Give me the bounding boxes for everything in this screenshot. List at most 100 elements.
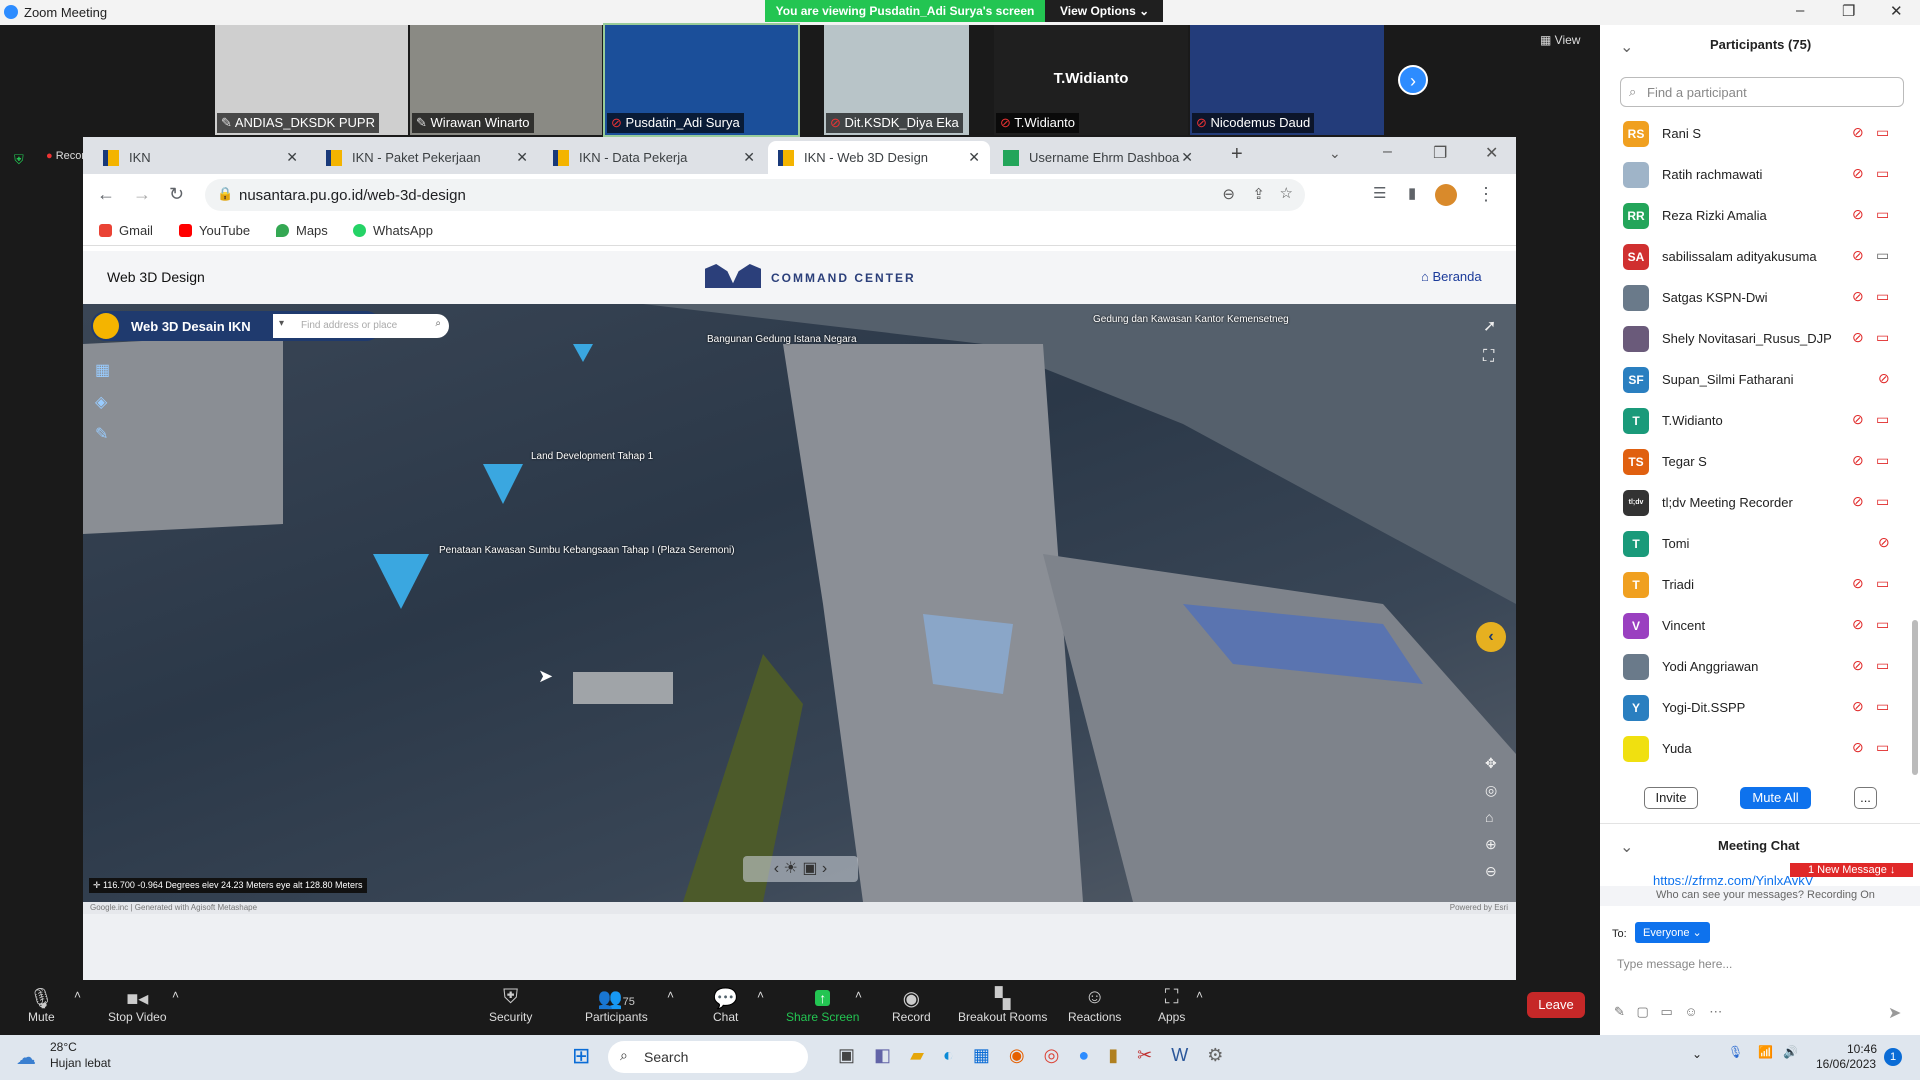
apps-button[interactable]: ⛶ Apps bbox=[1158, 986, 1185, 1024]
chat-caret[interactable]: ˄ bbox=[757, 988, 764, 1002]
participant-row[interactable]: TS Tegar S ⊘ ▭ bbox=[1620, 441, 1910, 482]
participant-row[interactable]: Yuda ⊘ ▭ bbox=[1620, 728, 1910, 769]
chrome-icon[interactable]: ◎ bbox=[1044, 1045, 1060, 1065]
tab-ikn[interactable]: IKN ✕ bbox=[93, 141, 308, 174]
clock-date[interactable]: 16/06/2023 bbox=[1816, 1057, 1876, 1071]
mute-button[interactable]: 🎙 Mute bbox=[28, 986, 55, 1024]
zoom-out-button[interactable]: ⊖ bbox=[1485, 858, 1497, 885]
participants-button[interactable]: 👥75 Participants bbox=[585, 986, 648, 1024]
chat-button[interactable]: 💬 Chat bbox=[713, 986, 738, 1024]
leave-button[interactable]: Leave bbox=[1527, 992, 1585, 1018]
close-tab-icon[interactable]: ✕ bbox=[516, 149, 528, 166]
url-input[interactable]: 🔒 nusantara.pu.go.id/web-3d-design ⊖ ⇪ ☆ bbox=[205, 179, 1305, 211]
mic-muted-icon[interactable]: ⊘ bbox=[1878, 370, 1890, 387]
mic-muted-icon[interactable]: ⊘ bbox=[1878, 534, 1890, 551]
tab-web-3d-design[interactable]: IKN - Web 3D Design ✕ bbox=[768, 141, 990, 174]
security-button[interactable]: ⛨ Security bbox=[489, 986, 532, 1024]
mic-muted-icon[interactable]: ⊘ bbox=[1852, 575, 1864, 592]
close-tab-icon[interactable]: ✕ bbox=[968, 149, 980, 166]
collapse-chat-icon[interactable]: ⌄ bbox=[1620, 837, 1633, 857]
start-button[interactable]: ⊞ bbox=[572, 1043, 590, 1069]
new-message-button[interactable]: 1 New Message ↓ bbox=[1790, 863, 1914, 877]
wifi-icon[interactable]: 📶 bbox=[1758, 1045, 1773, 1059]
video-off-icon[interactable]: ▭ bbox=[1876, 452, 1889, 469]
tab-data-pekerja[interactable]: IKN - Data Pekerja ✕ bbox=[543, 141, 765, 174]
reactions-button[interactable]: ☺ Reactions bbox=[1068, 986, 1121, 1024]
map-label[interactable]: Penataan Kawasan Sumbu Kebangsaan Tahap … bbox=[439, 545, 735, 556]
participant-row[interactable]: SA sabilissalam adityakusuma ⊘ ▭ bbox=[1620, 236, 1910, 277]
mic-muted-icon[interactable]: ⊘ bbox=[1852, 616, 1864, 633]
mic-muted-icon[interactable]: ⊘ bbox=[1852, 247, 1864, 264]
collapse-panel-button[interactable]: ‹ bbox=[1476, 622, 1506, 652]
participant-row[interactable]: Shely Novitasari_Rusus_DJP ⊘ ▭ bbox=[1620, 318, 1910, 359]
tray-overflow-icon[interactable]: ⌄ bbox=[1692, 1047, 1702, 1061]
participant-row[interactable]: V Vincent ⊘ ▭ bbox=[1620, 605, 1910, 646]
video-off-icon[interactable]: ▭ bbox=[1876, 288, 1889, 305]
collapse-participants-icon[interactable]: ⌄ bbox=[1620, 37, 1633, 57]
mute-all-button[interactable]: Mute All bbox=[1740, 787, 1811, 809]
participant-row[interactable]: Y Yogi-Dit.SSPP ⊘ ▭ bbox=[1620, 687, 1910, 728]
video-off-icon[interactable]: ▭ bbox=[1876, 698, 1889, 715]
reading-list-icon[interactable]: ☰ bbox=[1373, 184, 1386, 202]
zoom-in-button[interactable]: ⊕ bbox=[1485, 831, 1497, 858]
weather-text[interactable]: Hujan lebat bbox=[50, 1056, 111, 1070]
file-icon[interactable]: ▭ bbox=[1660, 1004, 1672, 1019]
browser-minimize-button[interactable]: – bbox=[1383, 143, 1392, 161]
share-icon[interactable]: ⇪ bbox=[1252, 185, 1265, 203]
taskbar-search[interactable]: ⌕ Search bbox=[608, 1041, 808, 1073]
video-tile[interactable]: ⊘ Nicodemus Daud bbox=[1190, 25, 1384, 135]
edit-icon[interactable]: ✎ bbox=[95, 424, 108, 444]
video-off-icon[interactable]: ▭ bbox=[1876, 657, 1889, 674]
video-off-icon[interactable]: ▭ bbox=[1876, 124, 1889, 141]
mic-muted-icon[interactable]: ⊘ bbox=[1852, 411, 1864, 428]
participant-row[interactable]: tl;dv tl;dv Meeting Recorder ⊘ ▭ bbox=[1620, 482, 1910, 523]
map-search-input[interactable]: ▾ Find address or place ⌕ bbox=[273, 314, 449, 338]
video-tile[interactable]: ⊘ Pusdatin_Adi Surya bbox=[603, 23, 800, 137]
breakout-rooms-button[interactable]: ▚ Breakout Rooms bbox=[958, 986, 1047, 1024]
video-tile[interactable]: ⊘ Dit.KSDK_Diya Eka bbox=[824, 25, 969, 135]
next-videos-button[interactable]: › bbox=[1398, 65, 1428, 95]
task-view-icon[interactable]: ▣ bbox=[838, 1045, 855, 1065]
chat-message-input[interactable]: Type message here... bbox=[1617, 957, 1732, 971]
back-icon[interactable]: ← bbox=[97, 184, 115, 205]
tab-search-icon[interactable]: ⌄ bbox=[1329, 145, 1341, 162]
video-tile[interactable]: T.Widianto ⊘ T.Widianto bbox=[994, 25, 1188, 135]
participants-scrollbar[interactable] bbox=[1912, 620, 1918, 775]
browser-maximize-button[interactable]: ❐ bbox=[1433, 143, 1447, 163]
minimize-button[interactable]: – bbox=[1796, 2, 1804, 19]
audio-options-caret[interactable]: ˄ bbox=[74, 988, 81, 1002]
send-icon[interactable]: ➤ bbox=[1888, 1003, 1901, 1023]
3d-map-viewer[interactable]: Web 3D Desain IKN ▾ Find address or place… bbox=[83, 304, 1516, 902]
store-icon[interactable]: ▦ bbox=[973, 1045, 990, 1065]
participant-row[interactable]: T T.Widianto ⊘ ▭ bbox=[1620, 400, 1910, 441]
video-off-icon[interactable]: ▭ bbox=[1876, 739, 1889, 756]
video-off-icon[interactable]: ▭ bbox=[1876, 493, 1889, 510]
mic-muted-icon[interactable]: ⊘ bbox=[1852, 124, 1864, 141]
stop-video-button[interactable]: ■◂ Stop Video bbox=[108, 986, 167, 1024]
view-options-button[interactable]: View Options ⌄ bbox=[1045, 0, 1163, 22]
video-off-icon[interactable]: ▭ bbox=[1876, 165, 1889, 182]
microphone-tray-icon[interactable]: 🎙 bbox=[1728, 1045, 1743, 1059]
screenshot-icon[interactable]: ▢ bbox=[1637, 1004, 1649, 1019]
browser-close-button[interactable]: ✕ bbox=[1485, 143, 1498, 163]
share-screen-button[interactable]: ↑ Share Screen bbox=[786, 986, 859, 1024]
video-off-icon[interactable]: ▭ bbox=[1876, 206, 1889, 223]
map-label[interactable]: Gedung dan Kawasan Kantor Kemensetneg bbox=[1093, 314, 1289, 325]
format-icon[interactable]: ✎ bbox=[1614, 1004, 1625, 1019]
mic-muted-icon[interactable]: ⊘ bbox=[1852, 739, 1864, 756]
close-tab-icon[interactable]: ✕ bbox=[743, 149, 755, 166]
zoom-app-icon[interactable]: ● bbox=[1078, 1045, 1089, 1065]
teams-icon[interactable]: ◧ bbox=[874, 1045, 891, 1065]
home-icon[interactable]: ⌂ bbox=[1485, 804, 1497, 831]
mic-muted-icon[interactable]: ⊘ bbox=[1852, 657, 1864, 674]
bookmark-whatsapp[interactable]: WhatsApp bbox=[353, 223, 433, 238]
menu-kebab-icon[interactable]: ⋮ bbox=[1477, 184, 1495, 205]
apps-caret[interactable]: ˄ bbox=[1196, 988, 1203, 1002]
firefox-icon[interactable]: ◉ bbox=[1009, 1045, 1025, 1065]
share-caret[interactable]: ˄ bbox=[855, 988, 862, 1002]
video-off-icon[interactable]: ▭ bbox=[1876, 329, 1889, 346]
clock-time[interactable]: 10:46 bbox=[1847, 1042, 1877, 1056]
volume-icon[interactable]: 🔊 bbox=[1783, 1045, 1798, 1059]
notification-badge[interactable]: 1 bbox=[1884, 1048, 1902, 1066]
winrar-icon[interactable]: ▮ bbox=[1108, 1045, 1118, 1065]
